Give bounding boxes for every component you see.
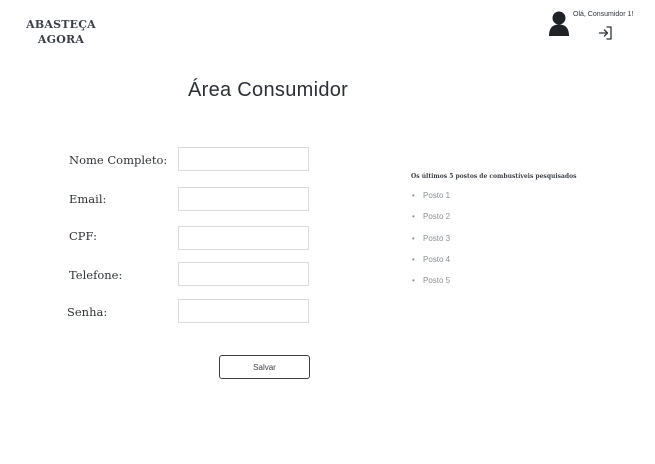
full-name-input[interactable] bbox=[178, 147, 309, 171]
password-label: Senha: bbox=[67, 305, 108, 319]
recent-station-item[interactable]: Posto 1 bbox=[411, 190, 450, 211]
password-input[interactable] bbox=[178, 299, 309, 323]
page-title: Área Consumidor bbox=[188, 79, 349, 101]
recent-station-item[interactable]: Posto 4 bbox=[411, 254, 450, 275]
save-button[interactable]: Salvar bbox=[219, 355, 310, 379]
phone-input[interactable] bbox=[178, 262, 309, 286]
user-avatar-icon bbox=[548, 10, 570, 36]
full-name-label: Nome Completo: bbox=[69, 153, 168, 167]
brand-line-1: ABASTEÇA bbox=[26, 18, 96, 31]
cpf-label: CPF: bbox=[69, 229, 97, 243]
user-greeting: Olá, Consumidor 1! bbox=[573, 11, 634, 18]
email-label: Email: bbox=[69, 192, 107, 206]
recent-station-item[interactable]: Posto 2 bbox=[411, 211, 450, 232]
cpf-input[interactable] bbox=[178, 226, 309, 250]
logout-icon[interactable] bbox=[598, 25, 613, 41]
brand-logo: ABASTEÇA AGORA bbox=[22, 17, 100, 47]
brand-line-2: AGORA bbox=[37, 33, 85, 46]
phone-label: Telefone: bbox=[69, 268, 123, 282]
recent-stations-list: Posto 1 Posto 2 Posto 3 Posto 4 Posto 5 bbox=[411, 190, 450, 296]
recent-station-item[interactable]: Posto 3 bbox=[411, 233, 450, 254]
email-input[interactable] bbox=[178, 187, 309, 211]
recent-stations-title: Os últimos 5 postos de combustíveis pesq… bbox=[411, 173, 577, 180]
recent-station-item[interactable]: Posto 5 bbox=[411, 275, 450, 296]
